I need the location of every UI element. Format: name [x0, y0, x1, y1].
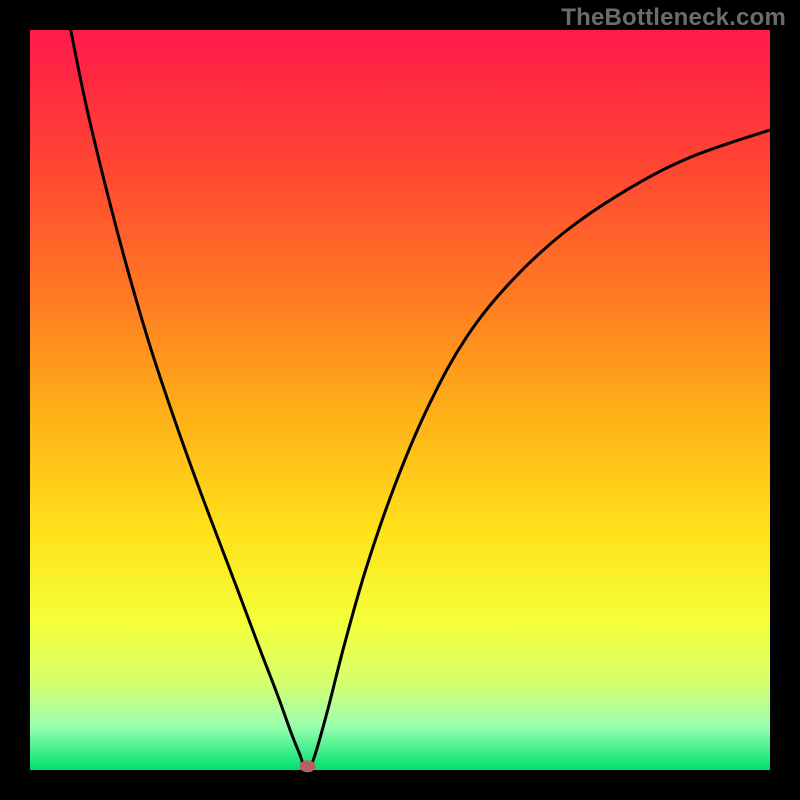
bottleneck-chart [0, 0, 800, 800]
chart-frame: { "watermark": "TheBottleneck.com", "cha… [0, 0, 800, 800]
plot-background [30, 30, 770, 770]
optimum-marker [300, 760, 316, 772]
watermark-text: TheBottleneck.com [561, 4, 786, 32]
